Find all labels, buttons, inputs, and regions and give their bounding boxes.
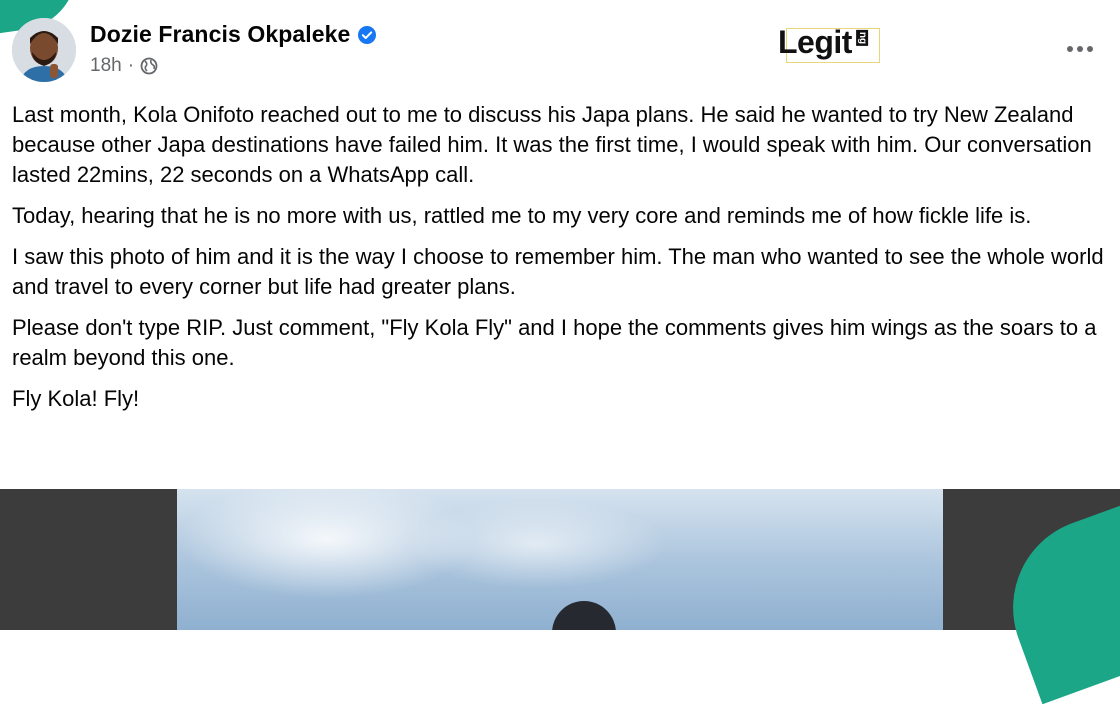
globe-icon[interactable]	[140, 57, 158, 75]
verified-badge-icon	[358, 25, 377, 44]
post-photo[interactable]	[177, 489, 943, 630]
logo-text: Legit	[778, 24, 852, 60]
meta-separator: ·	[127, 55, 135, 76]
legit-logo: Legit ng	[778, 24, 870, 60]
post-media[interactable]	[0, 489, 1120, 630]
author-row: Dozie Francis Okpaleke	[90, 21, 377, 48]
post-timestamp[interactable]: 18h	[90, 55, 122, 77]
more-dot-icon	[1087, 46, 1093, 52]
post-paragraph: Please don't type RIP. Just comment, "Fl…	[12, 315, 1097, 370]
more-dot-icon	[1077, 46, 1083, 52]
person-head	[552, 601, 616, 630]
more-dot-icon	[1067, 46, 1073, 52]
post-text: Last month, Kola Onifoto reached out to …	[12, 100, 1112, 425]
avatar-image	[12, 18, 76, 82]
avatar[interactable]	[12, 18, 76, 82]
post-paragraph: Last month, Kola Onifoto reached out to …	[12, 102, 1092, 187]
more-options-button[interactable]	[1062, 38, 1098, 60]
post-paragraph: Today, hearing that he is no more with u…	[12, 203, 1032, 228]
post-paragraph: Fly Kola! Fly!	[12, 386, 140, 411]
logo-suffix: ng	[856, 29, 869, 47]
author-block: Dozie Francis Okpaleke 18h ·	[90, 21, 377, 77]
sky-cloud	[407, 499, 667, 589]
author-name[interactable]: Dozie Francis Okpaleke	[90, 21, 350, 48]
post-meta: 18h ·	[90, 55, 377, 77]
post-paragraph: I saw this photo of him and it is the wa…	[12, 244, 1104, 299]
post-header: Dozie Francis Okpaleke 18h ·	[12, 18, 377, 82]
